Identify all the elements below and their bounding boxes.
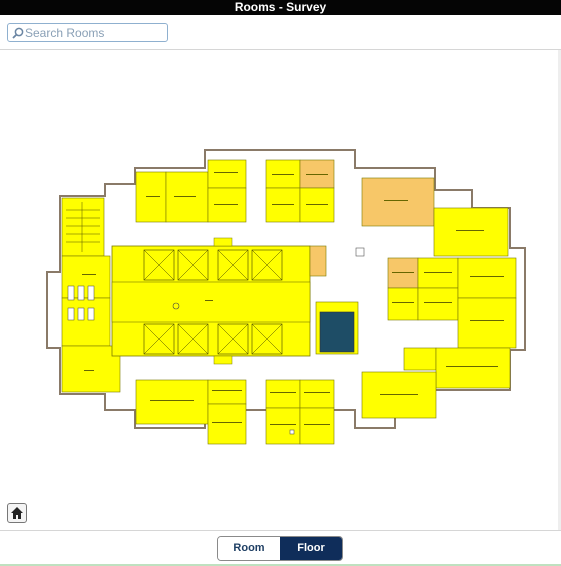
room: [299, 379, 335, 409]
room: [207, 403, 247, 445]
room: [265, 407, 301, 445]
room: [435, 347, 511, 389]
door: [213, 237, 233, 247]
room: [265, 379, 301, 409]
home-button[interactable]: [7, 503, 27, 523]
bottom-toolbar: Room List Floor Plan: [0, 530, 561, 566]
room: [387, 287, 419, 321]
room: [207, 379, 247, 405]
floor-plan-drawing: [46, 149, 526, 445]
room: [457, 297, 517, 349]
room-highlighted: [309, 245, 327, 277]
core-corridor: [111, 281, 311, 323]
room: [135, 379, 209, 425]
view-toggle: Room List Floor Plan: [217, 536, 343, 561]
room-highlighted: [361, 177, 435, 227]
app-title: Rooms - Survey: [234, 0, 327, 14]
stair: [319, 311, 355, 353]
search-icon: [12, 27, 24, 39]
room: [457, 257, 517, 299]
search-box[interactable]: [7, 23, 168, 42]
stair: [61, 197, 105, 257]
room: [433, 207, 509, 257]
floor-plan-map[interactable]: [0, 50, 558, 530]
room: [61, 345, 121, 393]
room: [207, 159, 247, 189]
room: [417, 287, 459, 321]
home-icon: [11, 507, 23, 519]
search-bar: [0, 15, 561, 50]
door: [213, 355, 233, 365]
search-input[interactable]: [25, 25, 165, 40]
app-title-bar: Rooms - Survey: [0, 0, 561, 15]
floor-plan-tab[interactable]: Floor Plan: [280, 537, 342, 560]
room: [61, 297, 111, 347]
room-list-tab[interactable]: Room List: [218, 537, 280, 560]
room: [299, 407, 335, 445]
room: [403, 347, 437, 371]
